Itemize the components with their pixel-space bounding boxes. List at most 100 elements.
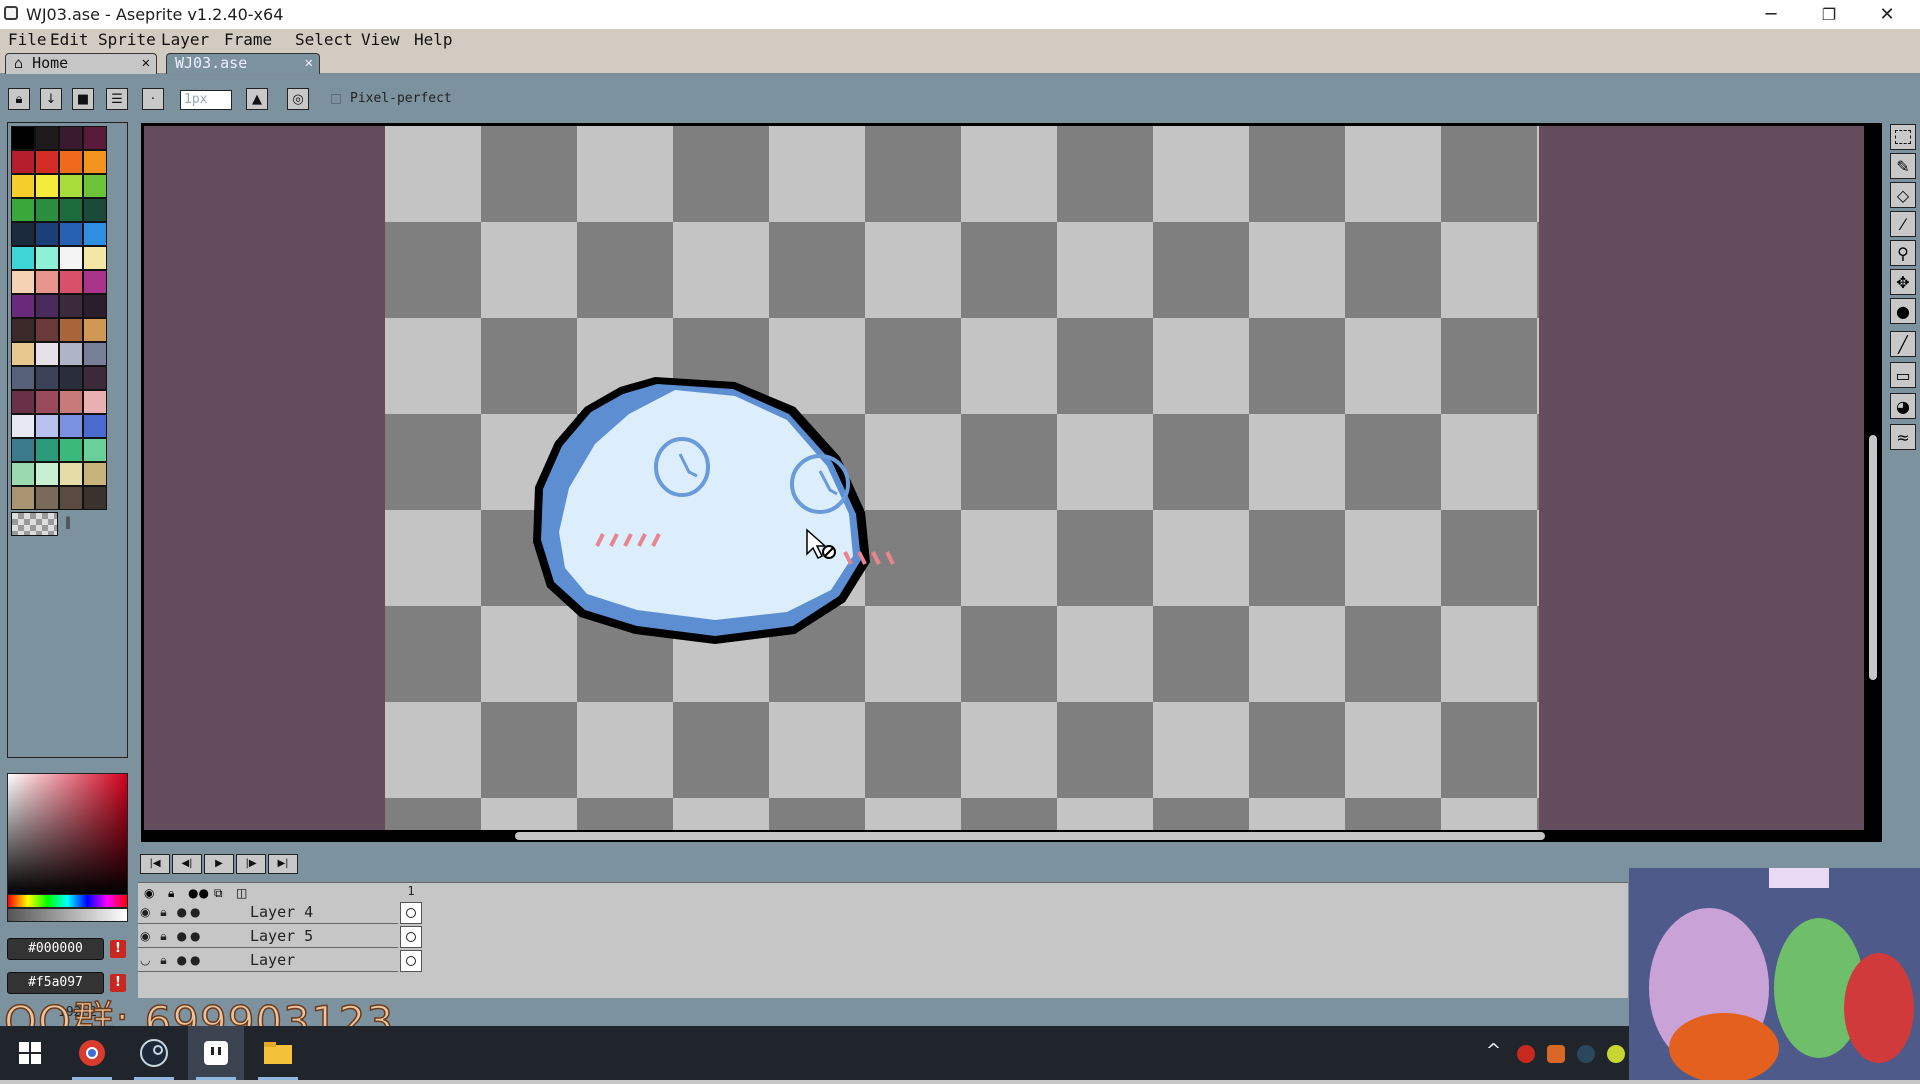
restore-button[interactable]: ❐	[1800, 0, 1858, 29]
layer-row-layer[interactable]: ◡ 🔒︎ ●● Layer	[138, 950, 398, 972]
close-icon[interactable]: ✕	[142, 54, 150, 73]
palette-swatch[interactable]	[59, 390, 83, 414]
palette-swatch[interactable]	[59, 462, 83, 486]
windows-start-icon[interactable]	[2, 1026, 58, 1080]
palette-swatch[interactable]	[59, 174, 83, 198]
warning-icon[interactable]: !	[110, 940, 126, 958]
last-frame-icon[interactable]: ▶|	[268, 854, 298, 874]
palette-swatch[interactable]	[83, 390, 107, 414]
minimize-button[interactable]: ─	[1742, 0, 1800, 29]
stop-square-icon[interactable]: ■	[72, 88, 94, 110]
menu-help[interactable]: Help	[414, 29, 453, 51]
tray-app-icon[interactable]	[1607, 1045, 1625, 1063]
palette-swatch[interactable]	[83, 174, 107, 198]
palette-swatch[interactable]	[11, 294, 35, 318]
menu-select[interactable]: Select	[295, 29, 353, 51]
menu-frame[interactable]: Frame	[224, 29, 272, 51]
frame-number[interactable]: 1	[400, 884, 422, 902]
palette-swatch[interactable]	[83, 270, 107, 294]
palette-swatch[interactable]	[35, 174, 59, 198]
palette-swatch[interactable]	[59, 342, 83, 366]
rectangle-icon[interactable]: ▭	[1890, 362, 1916, 388]
palette-swatch[interactable]	[11, 486, 35, 510]
palette-swatch[interactable]	[59, 270, 83, 294]
link-icon[interactable]: ●●	[188, 886, 209, 900]
zoom-icon[interactable]: ⚲	[1890, 240, 1916, 266]
lock-icon[interactable]: 🔒︎	[168, 886, 174, 901]
palette-swatch[interactable]	[35, 246, 59, 270]
palette-swatch[interactable]	[83, 126, 107, 150]
palette-swatch[interactable]	[83, 342, 107, 366]
menu-layer[interactable]: Layer	[161, 29, 209, 51]
palette-swatch[interactable]	[83, 462, 107, 486]
palette-swatch[interactable]	[11, 126, 35, 150]
palette-swatch[interactable]	[35, 270, 59, 294]
rectangular-marquee-icon[interactable]	[1890, 124, 1916, 150]
menu-sprite[interactable]: Sprite	[98, 29, 156, 51]
lock-icon[interactable]: 🔒︎	[8, 88, 30, 110]
contour-icon[interactable]: ◕	[1890, 393, 1916, 419]
hue-slider[interactable]	[7, 894, 128, 908]
palette-swatch[interactable]	[59, 366, 83, 390]
vertical-scroll-thumb[interactable]	[1869, 435, 1877, 680]
palette-swatch[interactable]	[83, 222, 107, 246]
tray-steam-icon[interactable]	[1577, 1045, 1595, 1063]
palette-swatch[interactable]	[35, 222, 59, 246]
palette-swatch[interactable]	[35, 390, 59, 414]
palette-swatch[interactable]	[35, 126, 59, 150]
palette-swatch[interactable]	[59, 126, 83, 150]
eyedropper-icon[interactable]: ⁄	[1890, 211, 1916, 237]
palette-swatch[interactable]	[35, 198, 59, 222]
palette-swatch[interactable]	[11, 198, 35, 222]
eraser-icon[interactable]: ◇	[1890, 182, 1916, 208]
palette-swatch[interactable]	[11, 150, 35, 174]
line-icon[interactable]: ╱	[1890, 331, 1916, 357]
palette-swatch[interactable]	[59, 486, 83, 510]
cel-layer-4[interactable]	[400, 902, 422, 924]
palette-swatch[interactable]	[35, 414, 59, 438]
file-explorer-icon[interactable]	[250, 1026, 306, 1080]
palette-swatch[interactable]	[83, 294, 107, 318]
palette-swatch[interactable]	[59, 198, 83, 222]
foreground-color-field[interactable]: #000000	[7, 938, 104, 960]
layer-visibility-icons[interactable]: ◉ 🔒︎ ●●	[140, 929, 203, 944]
paint-bucket-icon[interactable]: ●	[1890, 298, 1916, 324]
opacity-icon[interactable]: ◎	[287, 88, 309, 110]
color-picker-spectrum[interactable]	[7, 773, 128, 895]
palette-swatch[interactable]	[11, 222, 35, 246]
chrome-icon[interactable]	[64, 1026, 120, 1080]
previous-frame-icon[interactable]: ◀|	[172, 854, 202, 874]
palette-swatch[interactable]	[59, 438, 83, 462]
play-icon[interactable]: ▶	[204, 854, 234, 874]
palette-swatch[interactable]	[35, 294, 59, 318]
tab-wj03[interactable]: WJ03.ase ✕	[166, 53, 320, 74]
palette-swatch[interactable]	[83, 414, 107, 438]
menu-edit[interactable]: Edit	[50, 29, 89, 51]
close-button[interactable]: ✕	[1858, 0, 1916, 29]
palette-swatch[interactable]	[35, 486, 59, 510]
palette-swatch[interactable]	[35, 438, 59, 462]
palette-swatch[interactable]	[11, 318, 35, 342]
layer-visibility-icons[interactable]: ◉ 🔒︎ ●●	[140, 905, 203, 920]
palette-swatch[interactable]	[59, 222, 83, 246]
palette-swatch[interactable]	[83, 198, 107, 222]
palette-swatch[interactable]	[59, 150, 83, 174]
palette-swatch[interactable]	[83, 438, 107, 462]
next-frame-icon[interactable]: |▶	[236, 854, 266, 874]
palette-swatch[interactable]	[59, 246, 83, 270]
palette-swatch[interactable]	[11, 438, 35, 462]
palette-swatch[interactable]	[59, 318, 83, 342]
palette-swatch[interactable]	[11, 342, 35, 366]
blur-icon[interactable]: ≈	[1890, 424, 1916, 450]
ink-icon[interactable]: ▲	[246, 88, 268, 110]
palette-swatch[interactable]	[35, 150, 59, 174]
arrow-down-icon[interactable]: ↓	[40, 88, 62, 110]
eye-icon[interactable]: ◉	[144, 886, 154, 900]
palette-swatch[interactable]	[59, 294, 83, 318]
palette-swatch[interactable]	[83, 318, 107, 342]
pixel-perfect-checkbox[interactable]	[331, 94, 341, 104]
palette-swatch[interactable]	[11, 174, 35, 198]
layer-options-icon[interactable]: ◫	[236, 886, 247, 900]
steam-icon[interactable]	[126, 1026, 182, 1080]
palette-swatch[interactable]	[83, 366, 107, 390]
